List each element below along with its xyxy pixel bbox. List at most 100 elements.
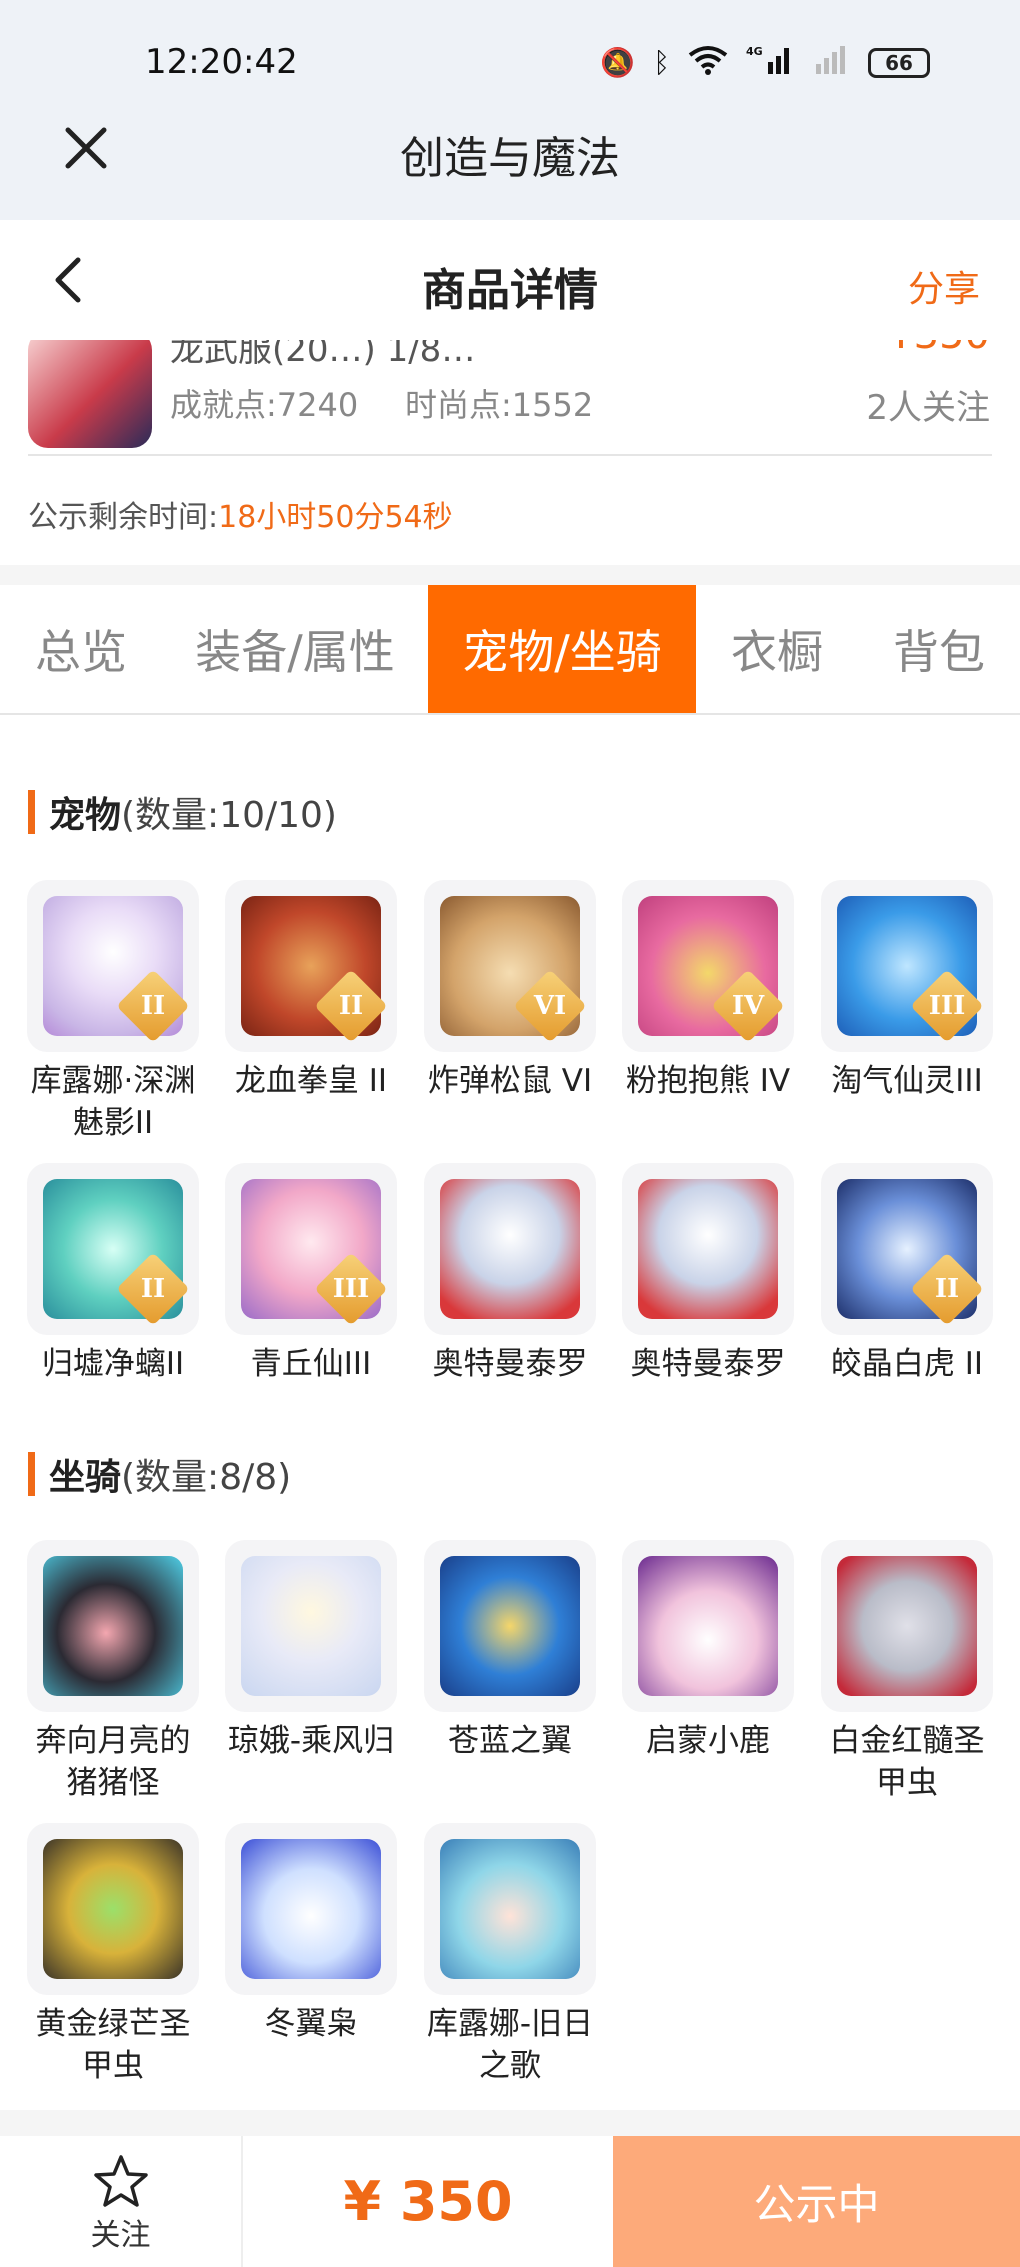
follower-count: 2人关注 xyxy=(866,388,990,428)
bottom-gap xyxy=(0,2110,1020,2136)
pet-item[interactable]: II 皎晶白虎 II xyxy=(821,1163,993,1385)
role-avatar xyxy=(28,340,152,448)
mount-name: 琼娥-乘风归 xyxy=(227,1723,395,1759)
pet-item[interactable]: II 库露娜·深渊魅影II xyxy=(27,880,199,1144)
mount-thumbnail xyxy=(622,1540,794,1712)
mount-item[interactable]: 黄金绿芒圣甲虫 xyxy=(27,1823,199,2087)
section-gap xyxy=(0,565,1020,585)
rank-badge-icon: III xyxy=(910,969,984,1043)
pet-thumbnail: III xyxy=(225,1163,397,1335)
section-marker xyxy=(28,790,35,834)
mounts-title: 坐骑 xyxy=(49,1457,122,1498)
mount-name: 苍蓝之翼 xyxy=(448,1723,572,1759)
pet-name: 奥特曼泰罗 xyxy=(432,1346,588,1382)
network-type: 4G xyxy=(746,45,763,58)
tab-equipment[interactable]: 装备/属性 xyxy=(162,585,428,713)
mount-item[interactable]: 库露娜-旧日之歌 xyxy=(424,1823,596,2087)
page-header: 商品详情 分享 xyxy=(0,220,1020,340)
mount-item[interactable]: 冬翼枭 xyxy=(225,1823,397,2045)
pet-name: 龙血拳皇 II xyxy=(234,1063,388,1099)
pet-thumbnail: II xyxy=(821,1163,993,1335)
pet-item[interactable]: 奥特曼泰罗 xyxy=(622,1163,794,1385)
mute-icon: 🔕 xyxy=(600,45,636,79)
battery-icon: 66 xyxy=(868,47,930,78)
mount-thumbnail xyxy=(225,1823,397,1995)
pet-thumbnail: II xyxy=(27,1163,199,1335)
pets-title: 宠物 xyxy=(49,795,122,836)
pet-item[interactable]: II 归墟净螭II xyxy=(27,1163,199,1385)
mount-item[interactable]: 白金红髓圣甲虫 xyxy=(821,1540,993,1804)
pet-name: 炸弹松鼠 VI xyxy=(427,1063,593,1099)
mount-image xyxy=(440,1839,580,1979)
mount-name: 白金红髓圣甲虫 xyxy=(829,1723,985,1801)
mount-name: 启蒙小鹿 xyxy=(646,1723,770,1759)
pet-item[interactable]: III 淘气仙灵III xyxy=(821,880,993,1102)
pet-thumbnail xyxy=(424,1163,596,1335)
bluetooth-icon: ᛒ xyxy=(653,45,670,79)
mount-image xyxy=(241,1839,381,1979)
tab-overview[interactable]: 总览 xyxy=(0,585,162,713)
pet-item[interactable]: VI 炸弹松鼠 VI xyxy=(424,880,596,1102)
mount-item[interactable]: 苍蓝之翼 xyxy=(424,1540,596,1762)
pet-item[interactable]: II 龙血拳皇 II xyxy=(225,880,397,1102)
rank-badge-icon: II xyxy=(116,1252,190,1326)
mount-item[interactable]: 启蒙小鹿 xyxy=(622,1540,794,1762)
pets-count: (数量:10/10) xyxy=(121,795,337,836)
tab-wardrobe[interactable]: 衣橱 xyxy=(696,585,858,713)
countdown: 公示剩余时间:18小时50分54秒 xyxy=(28,492,453,536)
mounts-count: (数量:8/8) xyxy=(121,1457,292,1498)
pet-thumbnail xyxy=(622,1163,794,1335)
pet-name: 淘气仙灵III xyxy=(831,1063,983,1099)
mount-item[interactable]: 琼娥-乘风归 xyxy=(225,1540,397,1762)
rank-badge-icon: IV xyxy=(711,969,785,1043)
status-icons: 🔕 ᛒ 4G 66 xyxy=(600,44,930,81)
pet-name: 青丘仙III xyxy=(250,1346,372,1382)
pet-image xyxy=(440,1179,580,1319)
pet-item[interactable]: IV 粉抱抱熊 IV xyxy=(622,880,794,1102)
tab-bar: 总览 装备/属性 宠物/坐骑 衣橱 背包 xyxy=(0,585,1020,715)
rank-badge-icon: II xyxy=(116,969,190,1043)
share-button[interactable]: 分享 xyxy=(908,260,980,312)
tab-bag[interactable]: 背包 xyxy=(858,585,1020,713)
role-summary-card: 龙武服(20…) 1/8… ¥350 成就点:7240 时尚点:1552 2人关… xyxy=(0,340,1020,565)
mount-thumbnail xyxy=(27,1540,199,1712)
favorite-button[interactable]: 关注 xyxy=(0,2136,243,2267)
favorite-label: 关注 xyxy=(90,2218,151,2253)
pet-thumbnail: VI xyxy=(424,880,596,1052)
pet-name: 奥特曼泰罗 xyxy=(630,1346,786,1382)
pet-item[interactable]: III 青丘仙III xyxy=(225,1163,397,1385)
app-bar: 创造与魔法 xyxy=(0,100,1020,220)
section-marker xyxy=(28,1452,35,1496)
divider xyxy=(28,454,992,456)
server-text: 龙武服(20…) 1/8… xyxy=(170,340,476,370)
tab-pets-mounts[interactable]: 宠物/坐骑 xyxy=(428,585,696,713)
pets-section-title: 宠物 (数量:10/10) xyxy=(28,786,337,838)
pet-image xyxy=(638,1179,778,1319)
pet-thumbnail: II xyxy=(225,880,397,1052)
bottom-action-bar: 关注 ¥ 350 公示中 xyxy=(0,2136,1020,2267)
pet-item[interactable]: 奥特曼泰罗 xyxy=(424,1163,596,1385)
pet-thumbnail: IV xyxy=(622,880,794,1052)
mount-name: 奔向月亮的猪猪怪 xyxy=(35,1723,191,1801)
mount-image xyxy=(43,1839,183,1979)
pet-name: 皎晶白虎 II xyxy=(830,1346,984,1382)
mounts-section-title: 坐骑 (数量:8/8) xyxy=(28,1448,291,1500)
mount-name: 冬翼枭 xyxy=(264,2006,358,2042)
status-button[interactable]: 公示中 xyxy=(613,2136,1020,2267)
star-icon xyxy=(93,2155,148,2207)
mount-thumbnail xyxy=(424,1540,596,1712)
status-time: 12:20:42 xyxy=(145,42,298,82)
status-bar: 12:20:42 🔕 ᛒ 4G 66 xyxy=(0,0,1020,100)
mount-item[interactable]: 奔向月亮的猪猪怪 xyxy=(27,1540,199,1804)
mount-name: 黄金绿芒圣甲虫 xyxy=(35,2006,191,2084)
mount-name: 库露娜-旧日之歌 xyxy=(426,2006,594,2084)
wifi-icon xyxy=(688,45,728,80)
price-display: ¥ 350 xyxy=(343,2170,513,2233)
mount-image xyxy=(43,1556,183,1696)
mount-thumbnail xyxy=(821,1540,993,1712)
rank-badge-icon: III xyxy=(314,1252,388,1326)
countdown-label: 公示剩余时间: xyxy=(28,500,219,535)
mount-image xyxy=(837,1556,977,1696)
rank-badge-icon: VI xyxy=(513,969,587,1043)
countdown-value: 18小时50分54秒 xyxy=(218,500,453,535)
